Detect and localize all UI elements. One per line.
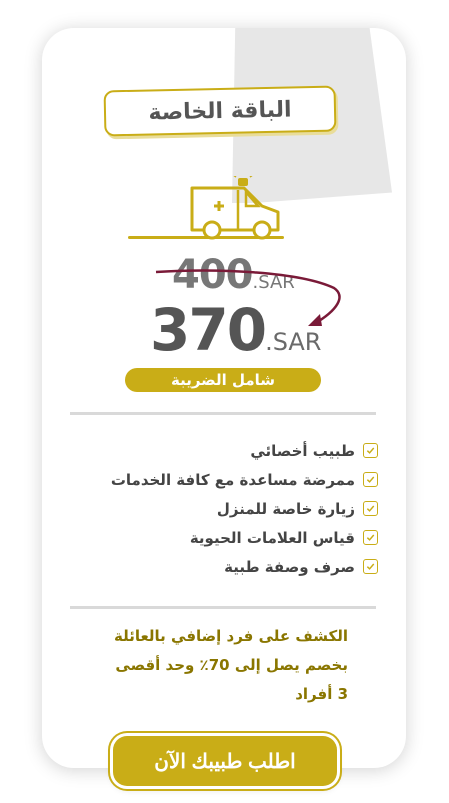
note-line: 3 أفراد — [295, 685, 348, 703]
new-price-currency: .SAR — [265, 328, 322, 356]
feature-item: طبيب أخصائي — [60, 436, 378, 465]
feature-label: صرف وصفة طبية — [224, 557, 355, 576]
request-doctor-button[interactable]: اطلب طبيبك الآن — [113, 736, 337, 786]
tax-badge: شامل الضريبة — [125, 368, 321, 392]
package-title-box: الباقة الخاصة — [103, 85, 337, 137]
ambulance-icon — [128, 176, 284, 240]
feature-label: ممرضة مساعدة مع كافة الخدمات — [110, 470, 355, 489]
new-price: 370.SAR — [150, 300, 321, 372]
check-icon — [363, 501, 378, 516]
package-title: الباقة الخاصة — [148, 97, 292, 125]
family-discount-note: الكشف على فرد إضافي بالعائلة بخصم يصل إل… — [80, 622, 348, 709]
feature-label: طبيب أخصائي — [250, 441, 355, 460]
check-icon — [363, 443, 378, 458]
tax-label: شامل الضريبة — [170, 371, 276, 389]
divider — [70, 606, 376, 609]
feature-label: زيارة خاصة للمنزل — [216, 499, 355, 518]
check-icon — [363, 472, 378, 487]
divider — [70, 412, 376, 415]
request-doctor-label: اطلب طبيبك الآن — [154, 750, 296, 773]
feature-item: زيارة خاصة للمنزل — [60, 494, 378, 523]
note-line: بخصم يصل إلى 70٪ وحد أقصى — [115, 656, 348, 674]
new-price-amount: 370 — [150, 296, 267, 364]
feature-item: صرف وصفة طبية — [60, 552, 378, 581]
check-icon — [363, 530, 378, 545]
feature-item: قياس العلامات الحيوية — [60, 523, 378, 552]
feature-item: ممرضة مساعدة مع كافة الخدمات — [60, 465, 378, 494]
check-icon — [363, 559, 378, 574]
feature-label: قياس العلامات الحيوية — [189, 528, 355, 547]
features-list: طبيب أخصائي ممرضة مساعدة مع كافة الخدمات… — [60, 436, 378, 581]
note-line: الكشف على فرد إضافي بالعائلة — [113, 627, 348, 645]
